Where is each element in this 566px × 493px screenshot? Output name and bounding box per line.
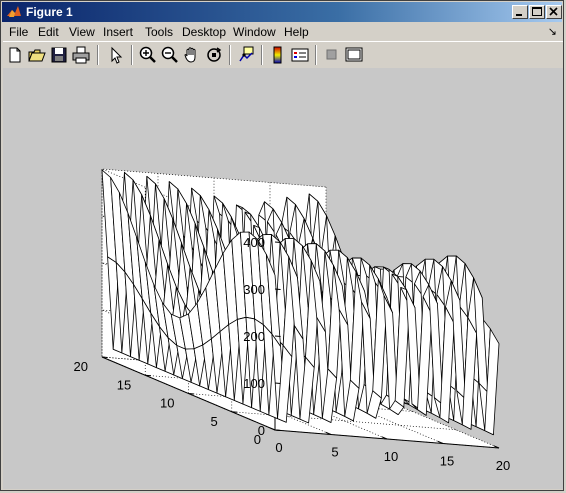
menu-insert[interactable]: Insert (103, 25, 133, 39)
minimize-icon (516, 14, 522, 16)
menu-help[interactable]: Help (284, 25, 309, 39)
menu-bar: File Edit View Insert Tools Desktop Wind… (3, 23, 563, 41)
select-arrow-icon[interactable] (106, 45, 126, 65)
save-icon[interactable] (49, 45, 69, 65)
x-tick-label: 10 (384, 449, 398, 464)
menu-tools[interactable]: Tools (145, 25, 173, 39)
x-tick-label: 15 (440, 454, 454, 469)
zoom-in-icon[interactable] (138, 45, 158, 65)
menu-file[interactable]: File (9, 25, 28, 39)
toolbar-separator (315, 45, 317, 65)
rotate-3d-icon[interactable] (204, 45, 224, 65)
new-figure-icon[interactable] (5, 45, 25, 65)
close-icon (549, 7, 558, 16)
menu-window[interactable]: Window (233, 25, 276, 39)
window-title: Figure 1 (26, 5, 73, 19)
toolbar-separator (131, 45, 133, 65)
pan-hand-icon[interactable] (182, 45, 202, 65)
z-tick-label: 100 (243, 376, 265, 391)
menu-desktop[interactable]: Desktop (182, 25, 226, 39)
x-tick-label: 20 (496, 458, 510, 473)
y-tick-label: 15 (117, 377, 131, 392)
figure-toolbar (3, 41, 563, 69)
maximize-button[interactable] (529, 5, 545, 19)
open-file-icon[interactable] (27, 45, 47, 65)
print-icon[interactable] (71, 45, 91, 65)
figure-canvas: 0 5 10 15 20 0 5 10 15 20 0 100 200 300 400 (3, 68, 563, 489)
dock-arrow-icon[interactable]: ↘ (548, 25, 557, 38)
surface-plot[interactable]: 0 5 10 15 20051015200100200300400 (3, 68, 563, 489)
x-tick-label: 5 (331, 445, 338, 460)
data-cursor-icon[interactable] (236, 45, 256, 65)
y-tick-label: 10 (160, 396, 174, 411)
y-tick-label: 5 (211, 414, 218, 429)
z-tick-label: 200 (243, 329, 265, 344)
hide-plot-tools-icon[interactable] (322, 45, 342, 65)
toolbar-separator (229, 45, 231, 65)
menu-view[interactable]: View (69, 25, 95, 39)
toolbar-separator (97, 45, 99, 65)
close-button[interactable] (546, 5, 562, 19)
x-tick-label: 0 (275, 440, 282, 455)
z-tick-label: 0 (258, 423, 265, 438)
figure-window: Figure 1 File Edit View Insert Tools Des… (0, 0, 564, 491)
legend-icon[interactable] (290, 45, 310, 65)
y-tick-label: 20 (74, 359, 88, 374)
z-tick-label: 400 (243, 235, 265, 250)
colorbar-icon[interactable] (268, 45, 288, 65)
maximize-icon (532, 7, 542, 16)
show-plot-tools-icon[interactable] (344, 45, 364, 65)
matlab-logo-icon (7, 6, 21, 17)
z-tick-label: 300 (243, 282, 265, 297)
toolbar-separator (261, 45, 263, 65)
minimize-button[interactable] (512, 5, 528, 19)
zoom-out-icon[interactable] (160, 45, 180, 65)
title-bar[interactable]: Figure 1 (2, 2, 562, 22)
menu-edit[interactable]: Edit (38, 25, 59, 39)
